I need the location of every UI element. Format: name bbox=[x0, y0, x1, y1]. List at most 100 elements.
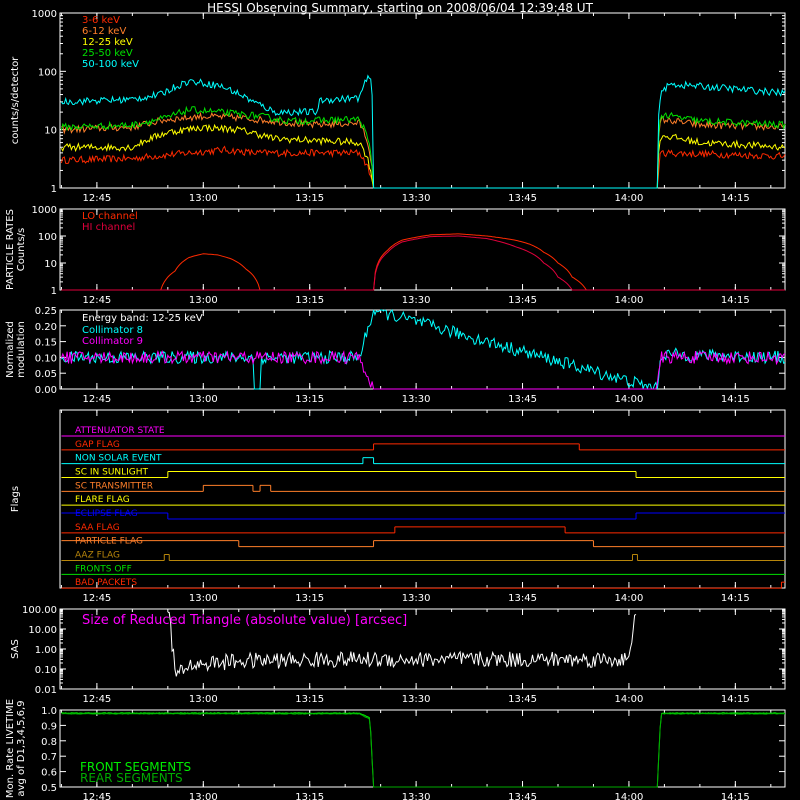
y-tick-label: 1.00 bbox=[35, 645, 57, 656]
x-tick-label: 14:00 bbox=[615, 394, 644, 405]
panel-flags: 12:45 13:00 13:15 13:30 13:45 14:00 14:15 Flags… bbox=[10, 409, 786, 604]
flag-label: GAP FLAG bbox=[75, 440, 120, 450]
y-axis-label-2: avg of D1,3,4,5,6,9 bbox=[16, 700, 27, 796]
x-tick-label: 12:45 bbox=[82, 694, 111, 705]
panel-modulation: 12:45 13:00 13:15 13:30 13:45 14:00 14:15 0.00 0… bbox=[5, 306, 786, 405]
y-tick-label: 1.0 bbox=[41, 706, 57, 717]
panel-count-rates: 12:45 13:00 13:15 13:30 13:45 14:00 14:15 1 10 10… bbox=[10, 9, 786, 204]
x-tick-label: 13:45 bbox=[508, 193, 537, 204]
y-axis-label-2: modulation bbox=[16, 321, 27, 378]
x-tick-label: 14:15 bbox=[721, 394, 750, 405]
y-tick-label: 0.25 bbox=[35, 306, 57, 317]
legend-entry: REAR SEGMENTS bbox=[80, 771, 183, 785]
x-tick-label: 13:15 bbox=[295, 394, 324, 405]
figure-canvas: 12:45 13:00 13:15 13:30 13:45 14:00 14:15 1 10 10… bbox=[5, 9, 786, 800]
legend-entry: Collimator 8 bbox=[82, 325, 143, 336]
x-tick-label: 13:00 bbox=[189, 295, 218, 306]
flag-label: BAD PACKETS bbox=[75, 578, 137, 588]
x-tick-label: 13:30 bbox=[402, 295, 431, 306]
flag-label: SAA FLAG bbox=[75, 523, 120, 533]
x-tick-label: 13:30 bbox=[402, 193, 431, 204]
x-tick-label: 13:30 bbox=[402, 694, 431, 705]
y-tick-label: 10.00 bbox=[28, 625, 57, 636]
y-tick-label: 0.8 bbox=[41, 737, 57, 748]
x-tick-label: 13:00 bbox=[189, 792, 218, 800]
x-tick-label: 14:00 bbox=[615, 193, 644, 204]
panel-livetime: 12:45 13:00 13:15 13:30 13:45 14:00 14:15 0.5 0.… bbox=[5, 699, 786, 800]
legend-entry: 25-50 keV bbox=[82, 48, 133, 59]
x-tick-label: 14:15 bbox=[721, 193, 750, 204]
y-tick-label: 0.20 bbox=[35, 322, 57, 333]
x-tick-label: 14:15 bbox=[721, 694, 750, 705]
x-tick-label: 12:45 bbox=[82, 593, 111, 604]
flag-label: ATTENUATOR STATE bbox=[75, 426, 165, 436]
flag-label: NON SOLAR EVENT bbox=[75, 454, 162, 464]
y-tick-label: 0.10 bbox=[35, 353, 57, 364]
x-tick-label: 14:00 bbox=[615, 792, 644, 800]
flag-label: SC TRANSMITTER bbox=[75, 481, 153, 491]
y-tick-label: 0.5 bbox=[41, 783, 57, 794]
x-tick-label: 14:15 bbox=[721, 593, 750, 604]
flag-label: FLARE FLAG bbox=[75, 495, 130, 505]
series-line-lo-channel bbox=[61, 233, 785, 291]
legend-entry: HI channel bbox=[82, 222, 135, 233]
annotation-energy-band: Energy band: 12-25 keV bbox=[82, 313, 203, 324]
legend-entry: 12-25 keV bbox=[82, 37, 133, 48]
y-tick-label: 1000 bbox=[32, 9, 57, 20]
x-tick-label: 13:00 bbox=[189, 694, 218, 705]
legend-entry: 6-12 keV bbox=[82, 26, 126, 37]
x-tick-label: 12:45 bbox=[82, 193, 111, 204]
flag-label: PARTICLE FLAG bbox=[75, 537, 143, 547]
x-tick-label: 13:15 bbox=[295, 593, 324, 604]
y-axis-label-2: Counts/s bbox=[16, 228, 27, 272]
y-axis-label: PARTICLE RATES bbox=[5, 209, 16, 290]
panel-sas: 12:45 13:00 13:15 13:30 13:45 14:00 14:15 0.01 0… bbox=[10, 605, 786, 705]
panel-frame bbox=[59, 409, 786, 589]
y-tick-label: 0.15 bbox=[35, 338, 57, 349]
y-tick-label: 0.7 bbox=[41, 752, 57, 763]
series-line-collimator-9 bbox=[60, 350, 786, 390]
x-tick-label: 12:45 bbox=[82, 394, 111, 405]
y-axis-label: Normalized bbox=[5, 321, 16, 378]
x-tick-label: 14:00 bbox=[615, 694, 644, 705]
y-tick-label: 1000 bbox=[32, 205, 57, 216]
y-tick-label: 10 bbox=[44, 126, 57, 137]
x-tick-label: 13:30 bbox=[402, 394, 431, 405]
x-tick-label: 14:15 bbox=[721, 295, 750, 306]
x-tick-label: 13:15 bbox=[295, 295, 324, 306]
x-tick-label: 13:45 bbox=[508, 792, 537, 800]
y-axis-label: Mon. Rate LIVETIME bbox=[5, 699, 16, 798]
y-axis-label: SAS bbox=[10, 639, 21, 659]
legend-entry: 3-6 keV bbox=[82, 15, 120, 26]
y-axis-label: Flags bbox=[10, 486, 21, 512]
annotation-sas: Size of Reduced Triangle (absolute value… bbox=[82, 613, 407, 628]
x-tick-label: 13:45 bbox=[508, 694, 537, 705]
y-tick-label: 0.01 bbox=[35, 685, 57, 696]
x-tick-label: 14:15 bbox=[721, 792, 750, 800]
legend-entry: LO channel bbox=[82, 211, 138, 222]
legend-entry: Collimator 9 bbox=[82, 336, 143, 347]
x-tick-label: 13:00 bbox=[189, 193, 218, 204]
y-tick-label: 0.05 bbox=[35, 369, 57, 380]
x-tick-label: 12:45 bbox=[82, 295, 111, 306]
panel-frame bbox=[59, 208, 786, 291]
x-tick-label: 12:45 bbox=[82, 792, 111, 800]
hessi-summary-figure: HESSI Observing Summary, starting on 200… bbox=[0, 0, 800, 800]
flag-label: AAZ FLAG bbox=[75, 551, 120, 561]
y-tick-label: 0.6 bbox=[41, 768, 57, 779]
y-tick-label: 10 bbox=[44, 259, 57, 270]
x-tick-label: 13:45 bbox=[508, 295, 537, 306]
flag-label: ECLIPSE FLAG bbox=[75, 509, 138, 519]
y-tick-label: 100.00 bbox=[22, 605, 57, 616]
series-line-12-25-kev bbox=[60, 123, 786, 189]
panel-frame bbox=[59, 12, 786, 189]
x-tick-label: 13:15 bbox=[295, 792, 324, 800]
flag-label: FRONTS OFF bbox=[75, 564, 132, 574]
flag-label: SC IN SUNLIGHT bbox=[75, 468, 149, 478]
series-line-3-6-kev bbox=[60, 145, 786, 189]
y-tick-label: 1 bbox=[51, 286, 57, 297]
y-tick-label: 0.10 bbox=[35, 665, 57, 676]
y-tick-label: 100 bbox=[38, 232, 57, 243]
series-line-50-100-kev bbox=[60, 74, 786, 189]
x-tick-label: 13:30 bbox=[402, 593, 431, 604]
